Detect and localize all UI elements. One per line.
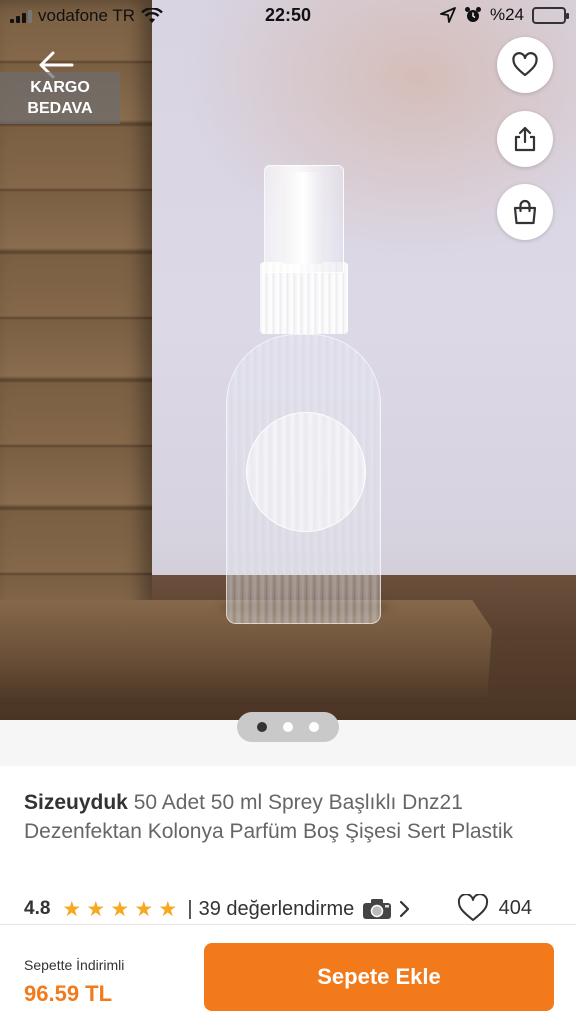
brand-name[interactable]: Sizeuyduk xyxy=(24,791,128,814)
camera-icon xyxy=(363,899,392,919)
favorite-count[interactable]: 404 xyxy=(457,894,532,922)
star-icon: ★ xyxy=(134,897,154,921)
shopping-bag-icon xyxy=(513,199,537,225)
rating-stars: ★ ★ ★ ★ ★ xyxy=(62,897,178,921)
carousel-dot[interactable] xyxy=(257,722,267,732)
add-to-cart-button[interactable]: Sepete Ekle xyxy=(204,943,554,1011)
heart-outline-icon xyxy=(457,894,488,921)
bottle-nozzle xyxy=(282,172,324,264)
favorite-count-value: 404 xyxy=(498,896,532,919)
share-icon xyxy=(514,126,536,152)
star-icon: ★ xyxy=(110,897,130,921)
similar-products-button[interactable] xyxy=(497,184,553,240)
carousel-dot[interactable] xyxy=(283,722,293,732)
star-icon: ★ xyxy=(158,897,178,921)
rating-row: 4.8 ★ ★ ★ ★ ★ | 39 değerlendirme 404 xyxy=(24,894,556,924)
chevron-right-icon[interactable] xyxy=(398,900,410,918)
price: 96.59 TL xyxy=(24,981,113,1006)
product-title: Sizeuyduk 50 Adet 50 ml Sprey Başlıklı D… xyxy=(24,788,554,846)
carousel-dot[interactable] xyxy=(309,722,319,732)
alarm-icon xyxy=(464,7,481,22)
battery-icon xyxy=(532,6,569,24)
status-right: %24 xyxy=(440,5,569,25)
share-button[interactable] xyxy=(497,111,553,167)
bottle-label xyxy=(246,412,366,532)
rating-separator: | xyxy=(187,897,193,920)
free-shipping-badge: KARGO BEDAVA xyxy=(0,72,120,124)
price-label: Sepette İndirimli xyxy=(24,957,125,973)
rating-score: 4.8 xyxy=(24,898,51,919)
location-icon xyxy=(440,7,456,23)
review-count-link[interactable]: 39 değerlendirme xyxy=(199,898,355,921)
star-icon: ★ xyxy=(62,897,82,921)
bottom-action-bar: Sepette İndirimli 96.59 TL Sepete Ekle xyxy=(0,924,576,1024)
heart-icon xyxy=(512,52,538,77)
star-icon: ★ xyxy=(86,897,106,921)
free-shipping-text: KARGO BEDAVA xyxy=(27,79,93,117)
battery-percent: %24 xyxy=(489,5,524,24)
product-detail-page: vodafone TR 22:50 %24 KARGO BEDAVA Sizeu… xyxy=(0,0,576,1024)
favorite-button[interactable] xyxy=(497,37,553,93)
status-bar: vodafone TR 22:50 %24 xyxy=(0,0,576,32)
carousel-dots[interactable] xyxy=(237,712,339,742)
